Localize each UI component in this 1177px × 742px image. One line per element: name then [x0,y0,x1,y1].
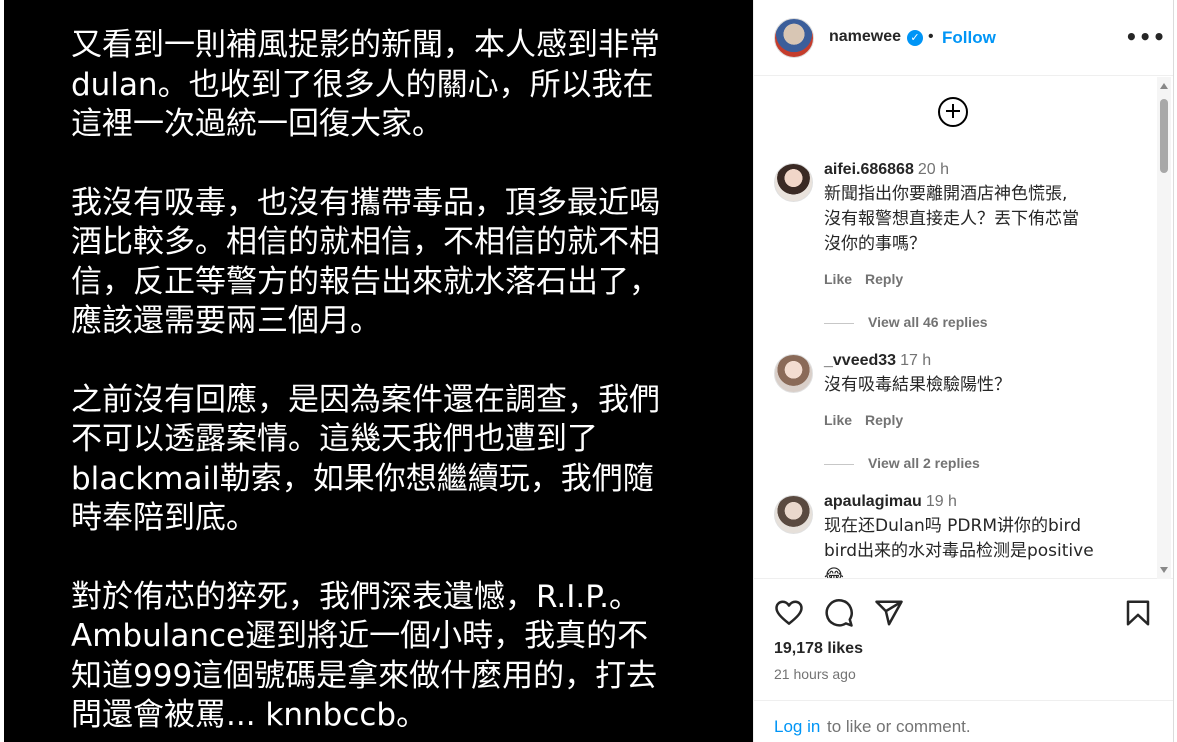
more-options-icon[interactable]: ••• [1125,27,1166,47]
like-comment-button[interactable]: Like [824,412,852,428]
comment-username[interactable]: apaulagimau [824,493,922,510]
comment-header: apaulagimau 19 h [824,493,957,511]
post-line: 不可以透露案情。這幾天我們也遭到了 [71,421,598,457]
add-comment-icon[interactable] [938,97,968,127]
username-link[interactable]: namewee [829,28,901,46]
comment-time[interactable]: 20 h [918,161,949,178]
view-replies-button[interactable]: View all 46 replies [824,314,988,330]
post-line: 問還會被罵... knnbccb。 [71,697,428,733]
view-replies-label: View all 46 replies [868,314,988,330]
post-paragraph: 又看到一則補風捉影的新聞，本人感到非常 dulan。也收到了很多人的關心，所以我… [71,26,711,145]
login-link[interactable]: Log in [774,717,820,737]
comment-line: bird出来的水对毒品检测是positive [824,541,1094,561]
like-comment-button[interactable]: Like [824,271,852,287]
comment-icon[interactable] [824,598,854,628]
share-icon[interactable] [874,598,904,628]
side-panel: namewee ✓ • Follow ••• aifei.686868 20 h … [753,0,1174,742]
view-replies-label: View all 2 replies [868,455,980,471]
post-text-block: 又看到一則補風捉影的新聞，本人感到非常 dulan。也收到了很多人的關心，所以我… [71,26,711,742]
window-edge [1173,0,1177,742]
post-paragraph: 我沒有吸毒，也沒有攜帶毒品，頂多最近喝 酒比較多。相信的就相信，不相信的就不相 … [71,184,711,342]
post-line: 酒比較多。相信的就相信，不相信的就不相 [71,224,660,260]
post-line: blackmail勒索，如果你想繼續玩，我們隨 [71,460,654,497]
comment-text: 现在还Dulan吗 PDRM讲你的bird bird出来的水对毒品检测是posi… [824,514,1154,579]
reply-button[interactable]: Reply [865,271,903,287]
comment-time[interactable]: 17 h [900,352,931,369]
view-replies-button[interactable]: View all 2 replies [824,455,980,471]
post-line: 我沒有吸毒，也沒有攜帶毒品，頂多最近喝 [71,184,660,221]
scroll-thumb[interactable] [1160,99,1168,173]
comment-username[interactable]: aifei.686868 [824,161,914,178]
post-line: Ambulance遲到將近一個小時，我真的不 [71,618,649,654]
post-line: 這裡一次過統一回復大家。 [71,106,443,142]
comment-time[interactable]: 19 h [926,493,957,510]
verified-badge-icon: ✓ [907,30,923,46]
follow-button[interactable]: Follow [942,28,996,48]
comment-text: 沒有吸毒結果檢驗陽性？ [824,373,1154,398]
scroll-up-arrow-icon[interactable] [1160,83,1168,89]
comment-line: 😂 [824,566,844,579]
post-line: 對於侑芯的猝死，我們深表遺憾，R.I.P.。 [71,578,641,615]
comment-avatar[interactable] [774,495,813,534]
post-paragraph: 對於侑芯的猝死，我們深表遺憾，R.I.P.。 Ambulance遲到將近一個小時… [71,578,711,736]
comment-avatar[interactable] [774,163,813,202]
comment-header: aifei.686868 20 h [824,161,949,179]
comment-line: 新聞指出你要離開酒店神色慌張, [824,184,1068,204]
post-paragraph: 之前沒有回應，是因為案件還在調查，我們 不可以透露案情。這幾天我們也遭到了 bl… [71,381,711,539]
likes-count[interactable]: 19,178 likes [774,640,863,658]
login-prompt: Log in to like or comment. [754,700,1174,742]
post-line: dulan。也收到了很多人的關心，所以我在 [71,66,654,103]
post-line: 之前沒有回應，是因為案件還在調查，我們 [71,381,660,418]
comment-line: 现在还Dulan吗 PDRM讲你的bird [824,516,1082,536]
comment-text: 新聞指出你要離開酒店神色慌張, 沒有報警想直接走人？丟下侑芯當 沒你的事嗎？ [824,182,1154,257]
post-line: 時奉陪到底。 [71,500,257,536]
comment-actions: Like Reply [824,271,916,287]
comment-actions: Like Reply [824,412,916,428]
comment-line: 沒有報警想直接走人？丟下侑芯當 [824,209,1079,229]
post-line: 信，反正等警方的報告出來就水落石出了， [71,263,660,300]
post-line: 應該還需要兩三個月。 [71,303,381,339]
post-line: 又看到一則補風捉影的新聞，本人感到非常 [71,27,660,63]
comment-line: 沒你的事嗎？ [824,234,926,254]
comment-username[interactable]: _vveed33 [824,352,896,369]
separator-dot: • [928,28,934,45]
comment-header: _vveed33 17 h [824,352,931,370]
scroll-down-arrow-icon[interactable] [1160,567,1168,573]
comments-list[interactable]: aifei.686868 20 h 新聞指出你要離開酒店神色慌張, 沒有報警想直接… [754,77,1174,579]
replies-divider [824,463,854,465]
post-image[interactable]: 又看到一則補風捉影的新聞，本人感到非常 dulan。也收到了很多人的關心，所以我… [4,0,753,742]
heart-icon[interactable] [774,598,804,628]
post-line: 知道999這個號碼是拿來做什麼用的，打去 [71,657,658,694]
post-header: namewee ✓ • Follow ••• [754,0,1174,76]
reply-button[interactable]: Reply [865,412,903,428]
post-actions-bar [754,592,1174,634]
comment-avatar[interactable] [774,354,813,393]
login-prompt-text: to like or comment. [827,717,971,736]
replies-divider [824,322,854,324]
avatar[interactable] [774,18,814,58]
bookmark-icon[interactable] [1123,598,1153,628]
post-timestamp[interactable]: 21 hours ago [774,666,856,682]
instagram-post-view: 又看到一則補風捉影的新聞，本人感到非常 dulan。也收到了很多人的關心，所以我… [0,0,1177,742]
comment-line: 沒有吸毒結果檢驗陽性？ [824,375,1011,395]
comments-scrollbar[interactable] [1157,77,1171,579]
